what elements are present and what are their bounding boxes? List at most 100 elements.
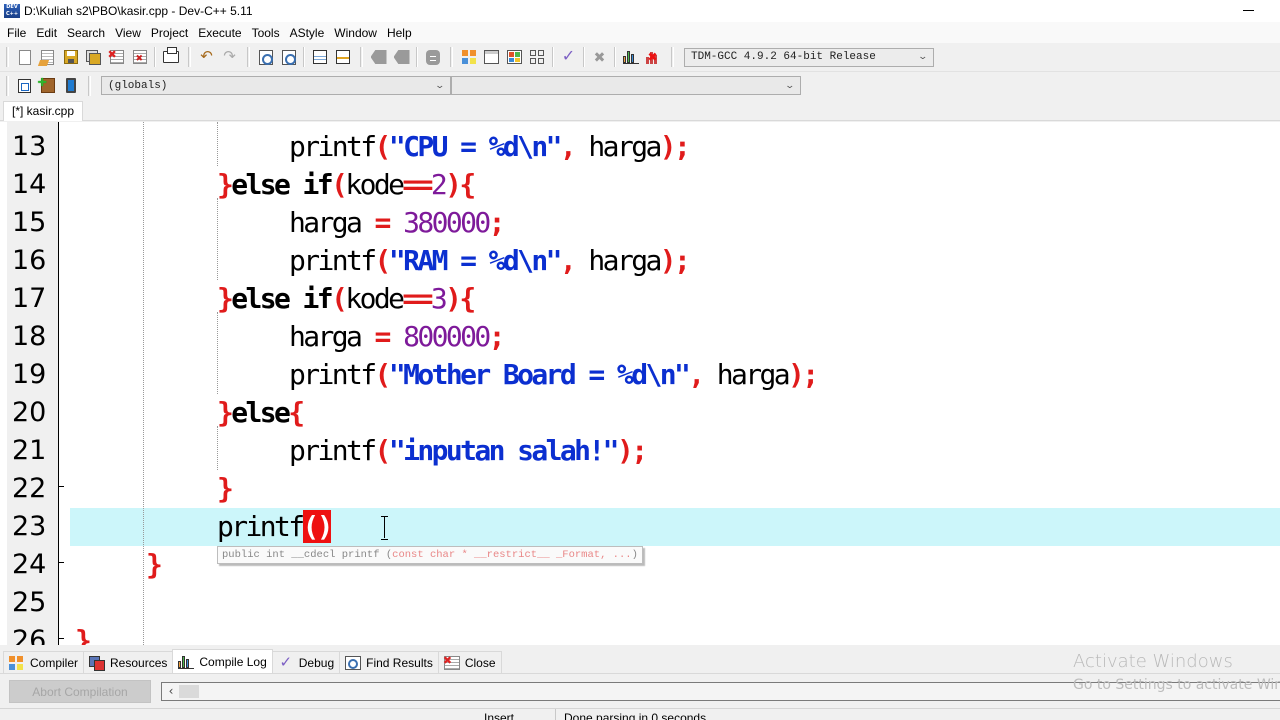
code-token: ,: [559, 244, 577, 277]
code-line[interactable]: printf("RAM = %d\n", harga);: [289, 242, 691, 280]
menu-tools[interactable]: Tools: [248, 23, 284, 43]
fold-marker[interactable]: [58, 486, 64, 487]
compile-button[interactable]: [457, 46, 480, 68]
save-all-button[interactable]: [82, 46, 105, 68]
delete-profile-button[interactable]: [642, 46, 665, 68]
code-line[interactable]: printf("CPU = %d\n", harga);: [289, 128, 691, 166]
line-number: 18: [12, 321, 47, 352]
project-prev-icon: [370, 50, 387, 64]
project-options-button[interactable]: [390, 46, 413, 68]
editor-tab-kasir[interactable]: [*] kasir.cpp: [3, 101, 84, 121]
code-token: }: [75, 624, 92, 645]
toolbar-separator: [552, 47, 554, 67]
new-project-button[interactable]: [367, 46, 390, 68]
menu-execute[interactable]: Execute: [194, 23, 245, 43]
stop-execution-button[interactable]: ✖: [588, 46, 611, 68]
run-button[interactable]: [480, 46, 503, 68]
code-token: (: [374, 434, 392, 467]
code-token: printf: [289, 434, 377, 467]
insert-button[interactable]: [13, 75, 36, 97]
abort-compilation-button[interactable]: Abort Compilation: [9, 680, 151, 703]
menu-astyle[interactable]: AStyle: [286, 23, 329, 43]
save-button[interactable]: [59, 46, 82, 68]
code-line[interactable]: harga = 380000;: [289, 204, 506, 242]
profile-button[interactable]: [619, 46, 642, 68]
goto-line-button[interactable]: [308, 46, 331, 68]
code-token: else if: [231, 282, 333, 315]
replace-button[interactable]: [277, 46, 300, 68]
tab-close[interactable]: Close: [437, 651, 502, 673]
code-line[interactable]: harga = 800000;: [289, 318, 506, 356]
scroll-left-icon[interactable]: ‹: [164, 683, 178, 700]
code-line[interactable]: }else if(kode==2){: [217, 166, 476, 204]
toolbar-grip[interactable]: [360, 47, 363, 67]
check-icon: ✓: [561, 48, 576, 65]
toolbar-grip[interactable]: [88, 75, 91, 96]
line-number: 13: [12, 131, 47, 162]
toolbar-grip[interactable]: [671, 47, 674, 67]
tab-find-results[interactable]: Find Results: [339, 651, 439, 673]
code-area[interactable]: 13 printf("CPU = %d\n", harga); 14}else if…: [0, 122, 1280, 645]
code-line[interactable]: printf("inputan salah!");: [289, 432, 648, 470]
menu-project[interactable]: Project: [147, 23, 192, 43]
print-button[interactable]: [159, 46, 182, 68]
minimize-button[interactable]: [1242, 4, 1256, 16]
find-button[interactable]: [254, 46, 277, 68]
tab-resources[interactable]: Resources: [83, 651, 174, 673]
open-file-button[interactable]: [36, 46, 59, 68]
toolbar-grip[interactable]: [6, 75, 9, 96]
code-line[interactable]: }: [75, 622, 92, 645]
menu-window[interactable]: Window: [330, 23, 381, 43]
code-token: printf: [289, 358, 377, 391]
undo-button[interactable]: ↶: [195, 46, 218, 68]
code-token: harga: [289, 206, 375, 239]
rebuild-all-button[interactable]: [526, 46, 549, 68]
menu-file[interactable]: File: [3, 23, 30, 43]
code-editor[interactable]: 13 printf("CPU = %d\n", harga); 14}else if…: [0, 122, 1280, 645]
tab-compiler[interactable]: Compiler: [3, 651, 85, 673]
code-line[interactable]: printf("Mother Board = %d\n", harga);: [289, 356, 819, 394]
code-token: ==: [402, 282, 433, 315]
code-token: }: [217, 282, 234, 315]
bookmark-icon: [65, 78, 76, 93]
menu-help[interactable]: Help: [383, 23, 416, 43]
toolbar-grip[interactable]: [247, 47, 250, 67]
code-line[interactable]: }: [146, 546, 163, 584]
globals-select[interactable]: (globals) ⌄: [101, 76, 451, 95]
members-select[interactable]: ⌄: [451, 76, 801, 95]
chevron-down-icon: ⌄: [917, 52, 929, 62]
add-to-project-button[interactable]: [36, 74, 59, 97]
compile-run-button[interactable]: [503, 46, 526, 68]
indent-guide: [217, 426, 218, 470]
close-file-button[interactable]: [105, 46, 128, 68]
fold-marker[interactable]: [58, 562, 64, 563]
close-all-button[interactable]: [128, 46, 151, 68]
run-icon: [484, 50, 499, 64]
editor-tab-bar: [*] kasir.cpp: [0, 99, 1280, 121]
code-token: (: [331, 168, 348, 201]
new-file-button[interactable]: [13, 46, 36, 68]
code-line[interactable]: }else if(kode==3){: [217, 280, 476, 318]
toolbar-grip[interactable]: [6, 47, 9, 67]
code-token: harga: [574, 130, 662, 163]
code-line[interactable]: }else{: [217, 394, 305, 432]
code-line[interactable]: printf(): [217, 508, 334, 546]
toolbar-grip[interactable]: [188, 47, 191, 67]
fold-marker[interactable]: [58, 638, 64, 639]
menu-view[interactable]: View: [111, 23, 145, 43]
project-remove-button[interactable]: [421, 46, 444, 68]
scrollbar-thumb[interactable]: [179, 685, 199, 698]
menu-edit[interactable]: Edit: [32, 23, 61, 43]
code-line[interactable]: }: [217, 470, 234, 508]
compiler-select[interactable]: TDM-GCC 4.9.2 64-bit Release ⌄: [684, 47, 934, 67]
redo-button[interactable]: ↷: [218, 46, 241, 68]
title-bar: DEV C++ D:\Kuliah s2\PBO\kasir.cpp - Dev-…: [0, 0, 1280, 22]
tab-debug[interactable]: ✓ Debug: [271, 651, 341, 673]
status-divider: [555, 709, 556, 720]
toolbar-grip[interactable]: [450, 47, 453, 67]
menu-search[interactable]: Search: [63, 23, 109, 43]
bookmark-button[interactable]: [59, 75, 82, 97]
indent-button[interactable]: [331, 46, 354, 68]
syntax-check-button[interactable]: ✓: [557, 46, 580, 68]
tab-compile-log[interactable]: Compile Log: [172, 649, 273, 673]
